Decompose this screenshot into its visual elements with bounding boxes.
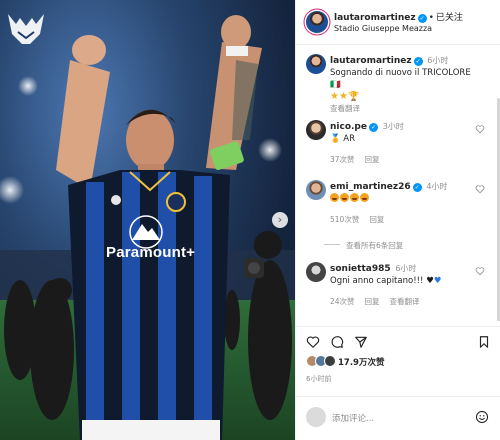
follow-state[interactable]: 已关注 — [436, 13, 463, 23]
share-icon[interactable] — [354, 335, 368, 349]
translate-link[interactable]: 查看翻译 — [390, 297, 420, 306]
post-media[interactable]: Paramount+ › — [0, 0, 295, 440]
blue-heart-icon: ♥ — [433, 276, 442, 286]
avatar[interactable] — [306, 180, 326, 200]
reply-button[interactable]: 回复 — [365, 297, 380, 306]
post-header: lautaromartinez ✓ • 已关注 Stadio Giuseppe Mea… — [296, 0, 500, 45]
comment-likes[interactable]: 37次赞 — [330, 155, 355, 164]
avatar — [324, 355, 336, 367]
avatar[interactable] — [306, 120, 326, 140]
comment-actions: 24次赞 回复 查看翻译 — [330, 296, 430, 307]
next-arrow-icon[interactable]: › — [272, 212, 288, 228]
sponsor-text: Paramount+ — [106, 244, 196, 261]
heart-icon[interactable] — [475, 184, 485, 194]
black-heart-icon: ♥ — [426, 276, 434, 286]
comment-likes[interactable]: 510次赞 — [330, 215, 359, 224]
heart-icon[interactable] — [475, 266, 485, 276]
post-location[interactable]: Stadio Giuseppe Meazza — [334, 24, 432, 33]
author-username[interactable]: lautaromartinez — [334, 13, 416, 23]
comment-icon[interactable] — [330, 335, 344, 349]
comment-time: 4小时 — [426, 182, 448, 191]
logo-icon — [8, 14, 44, 44]
comment-time: 6小时 — [395, 264, 417, 273]
heart-icon[interactable] — [306, 335, 320, 349]
caption-time: 6小时 — [427, 56, 449, 65]
post-timestamp[interactable]: 6小时前 — [306, 374, 331, 384]
verified-icon: ✓ — [412, 183, 422, 192]
comments-list: lautaromartinez ✓ 6小时 Sognando di nuovo i… — [296, 46, 500, 321]
comment-emoji-icon: 🏅 — [330, 134, 341, 144]
avatar[interactable] — [306, 262, 326, 282]
comment-time: 3小时 — [382, 122, 404, 131]
post-actions — [296, 326, 500, 352]
verified-icon: ✓ — [368, 123, 378, 132]
emoji-icon[interactable] — [475, 410, 489, 424]
avatar[interactable] — [306, 54, 326, 74]
avatar — [306, 407, 326, 427]
comment-username[interactable]: sonietta985 — [330, 264, 391, 274]
player-photo — [0, 15, 295, 440]
reply-button[interactable]: 回复 — [369, 215, 384, 224]
comment-input[interactable]: 添加评论... — [332, 412, 374, 424]
translate-link[interactable]: 查看翻译 — [330, 104, 360, 113]
comment-text: AR — [343, 134, 356, 144]
comment-username[interactable]: nico.pe — [330, 122, 367, 132]
likes-count[interactable]: 17.9万次赞 — [338, 356, 384, 368]
save-icon[interactable] — [477, 335, 491, 349]
comment-actions: 510次赞 回复 — [330, 214, 394, 225]
avatar[interactable] — [306, 11, 328, 33]
comment-username[interactable]: emi_martinez26 — [330, 182, 411, 192]
caption-text: Sognando di nuovo il TRICOLORE 🇮🇹 — [330, 68, 471, 90]
view-replies-link[interactable]: 查看所有6条回复 — [324, 240, 403, 251]
comment-likes[interactable]: 24次赞 — [330, 297, 355, 306]
reply-button[interactable]: 回复 — [365, 155, 380, 164]
comment-emojis — [330, 193, 370, 204]
post-side-panel: lautaromartinez ✓ • 已关注 Stadio Giuseppe Mea… — [295, 0, 500, 440]
caption-emojis: ★★🏆 — [330, 91, 360, 102]
caption-username[interactable]: lautaromartinez — [330, 56, 412, 66]
comment-composer: 添加评论... — [296, 396, 500, 440]
verified-icon: ✓ — [413, 57, 423, 66]
heart-icon[interactable] — [475, 124, 485, 134]
comment-actions: 37次赞 回复 — [330, 154, 390, 165]
comment-text: Ogni anno capitano!!! — [330, 276, 424, 286]
verified-icon: ✓ — [417, 14, 427, 23]
